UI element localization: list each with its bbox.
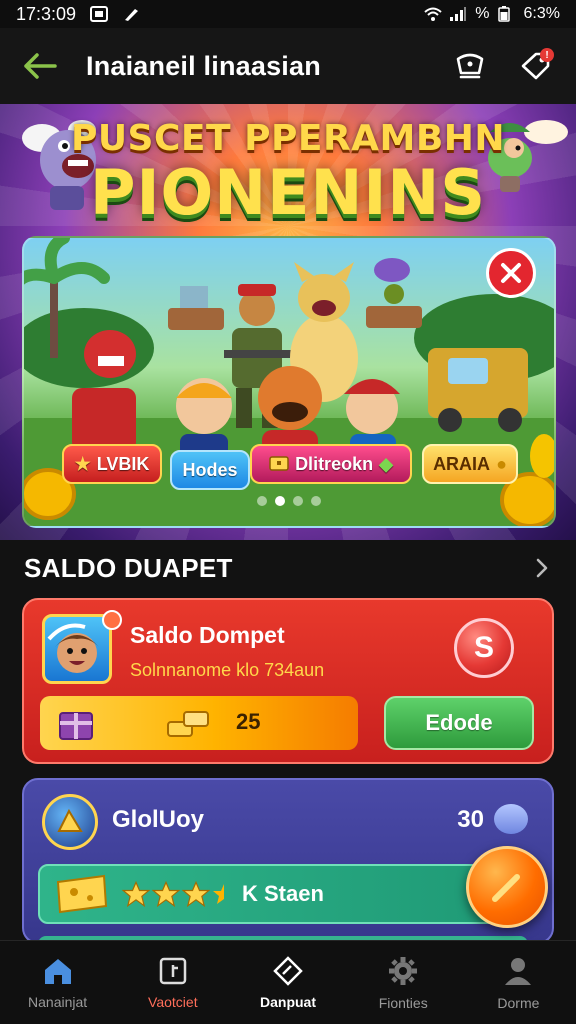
- avatar-character-icon: [47, 623, 99, 673]
- stars-progress-row[interactable]: K Staen 0: [38, 864, 508, 924]
- banner-chip-1[interactable]: ★ LVBIK: [62, 444, 162, 484]
- star-half-icon: [213, 884, 224, 904]
- wallet-action-button[interactable]: Edode: [384, 696, 534, 750]
- chip-label: Hodes: [182, 459, 238, 480]
- wallet-name: Saldo Dompet: [130, 622, 285, 648]
- stars-label: K Staen: [242, 881, 324, 906]
- carousel-dot[interactable]: [311, 496, 321, 506]
- carousel-dot[interactable]: [293, 496, 303, 506]
- banner-title-main: PIONENINS: [90, 156, 486, 229]
- pencil-icon: [492, 874, 520, 902]
- home-icon: [44, 958, 71, 984]
- edit-fab[interactable]: [466, 846, 548, 928]
- banner-chip-2[interactable]: Hodes: [170, 450, 250, 490]
- banner-close-button[interactable]: [486, 248, 536, 298]
- gear-icon: [389, 956, 418, 985]
- nav-item-dompet[interactable]: Danpuat: [230, 941, 345, 1024]
- nav-label: Danpuat: [260, 993, 316, 1010]
- back-arrow-icon: [24, 53, 57, 79]
- carousel-dot[interactable]: [257, 496, 267, 506]
- page-title: Inaianeil linaasian: [86, 50, 321, 81]
- star-rating: [122, 881, 224, 907]
- avatar: [42, 614, 112, 684]
- wallet-icon: [159, 957, 187, 984]
- chip-label: ARAIA: [433, 453, 491, 474]
- signal-icon: [449, 6, 467, 22]
- nav-item-wallet[interactable]: Vaotciet: [115, 941, 230, 1024]
- image-notification-icon: [90, 6, 109, 22]
- gold-bars-icon: [167, 711, 209, 737]
- reward-coin-icon: [494, 804, 528, 834]
- shop-button[interactable]: [450, 46, 490, 86]
- balance-value: 25: [236, 709, 261, 734]
- diamond-icon: [273, 955, 303, 986]
- wallet-subtitle: Solnnanome klo 734aun: [130, 660, 325, 680]
- reward-value: 30: [457, 806, 484, 833]
- app-bar: Inaianeil linaasian !: [0, 28, 576, 104]
- gift-box-icon: [59, 712, 93, 740]
- battery-icon: [497, 6, 516, 22]
- reward-name: GlolUoy: [112, 806, 205, 833]
- nav-item-settings[interactable]: Fionties: [346, 941, 461, 1024]
- coin-icon: ●: [496, 453, 507, 474]
- wifi-icon: [423, 6, 442, 22]
- balance-bar: 25: [40, 696, 358, 750]
- banner-chip-4[interactable]: ARAIA ●: [422, 444, 518, 484]
- treasure-icon: [269, 453, 289, 476]
- chip-label: LVBIK: [96, 453, 150, 474]
- crown-basket-icon: [456, 53, 484, 79]
- nav-label: Dorme: [497, 994, 540, 1011]
- cheese-ticket-icon: [56, 874, 108, 914]
- nav-item-profile[interactable]: Dorme: [461, 941, 576, 1024]
- wallet-logo-badge: S: [454, 618, 514, 678]
- banner-scene: ★ LVBIK Hodes Dlitreokn ◆ ARAIA ●: [22, 236, 556, 528]
- star-icon: [122, 881, 150, 907]
- star-icon: [182, 881, 210, 907]
- gem-icon: ◆: [379, 453, 393, 474]
- back-button[interactable]: [20, 46, 60, 86]
- status-bar: 17:3:09 % 6:3%: [0, 0, 576, 28]
- nav-label: Vaotciet: [148, 993, 198, 1010]
- clock: 17:3:09: [16, 3, 77, 24]
- nav-label: Fionties: [378, 994, 428, 1011]
- promo-banner[interactable]: PUSCET PPERAMBHN PIONENINS ★ LVBIK Hodes…: [0, 104, 576, 540]
- battery-percent-symbol: %: [475, 5, 490, 22]
- notifications-button[interactable]: !: [516, 46, 556, 86]
- profile-icon: [505, 957, 532, 985]
- bottom-navigation: Nanainjat Vaotciet Danpuat Fionties Dorm…: [0, 940, 576, 1024]
- nav-item-home[interactable]: Nanainjat: [0, 941, 115, 1024]
- wallet-card[interactable]: Saldo Dompet Solnnanome klo 734aun S 25 …: [22, 598, 554, 764]
- chevron-right-icon: [536, 558, 548, 578]
- star-icon: [152, 881, 180, 907]
- star-icon: ★: [74, 453, 91, 474]
- avatar-badge: [102, 610, 122, 630]
- banner-title-top: PUSCET PPERAMBHN: [70, 118, 506, 159]
- close-icon: [501, 263, 521, 283]
- section-title: SALDO DUAPET: [24, 552, 233, 583]
- battery-level: 6:3%: [523, 5, 560, 22]
- nav-label: Nanainjat: [28, 993, 88, 1010]
- edit-notification-icon: [122, 6, 140, 22]
- carousel-dot-active[interactable]: [275, 496, 285, 506]
- reward-logo-icon: [42, 794, 98, 850]
- banner-chip-3[interactable]: Dlitreokn ◆: [250, 444, 412, 484]
- carousel-indicator: [24, 496, 554, 506]
- chip-label: Dlitreokn: [295, 453, 374, 474]
- notification-badge: !: [540, 48, 554, 62]
- wallet-section-header[interactable]: SALDO DUAPET: [24, 548, 554, 588]
